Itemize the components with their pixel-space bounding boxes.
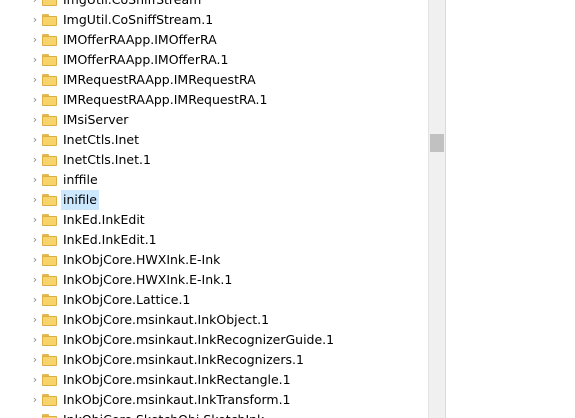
chevron-right-icon[interactable]: › — [29, 230, 41, 250]
tree-node[interactable]: › InetCtls.Inet.1 — [0, 150, 428, 170]
tree-node[interactable]: › ImgUtil.CoSniffStream — [0, 0, 428, 10]
chevron-right-icon[interactable]: › — [29, 330, 41, 350]
registry-key-tree[interactable]: › ImgUtil.CoSniffStream › ImgUtil.CoSniffSt… — [0, 0, 428, 418]
folder-icon — [42, 314, 57, 326]
tree-node-label: InkObjCore.HWXInk.E-Ink.1 — [63, 272, 233, 287]
chevron-right-icon[interactable]: › — [29, 190, 41, 210]
tree-node[interactable]: › InkObjCore.HWXInk.E-Ink.1 — [0, 270, 428, 290]
tree-node-label: InkObjCore.msinkaut.InkTransform.1 — [63, 392, 291, 407]
tree-node-label: InkEd.InkEdit.1 — [63, 232, 157, 247]
tree-node[interactable]: › InkObjCore.Lattice.1 — [0, 290, 428, 310]
chevron-right-icon[interactable]: › — [29, 410, 41, 418]
folder-icon — [42, 374, 57, 386]
tree-node-label: InkObjCore.msinkaut.InkRecognizerGuide.1 — [63, 332, 335, 347]
tree-node[interactable]: › InkEd.InkEdit — [0, 210, 428, 230]
chevron-right-icon[interactable]: › — [29, 270, 41, 290]
folder-icon — [42, 134, 57, 146]
tree-node-label: InkObjCore.msinkaut.InkRectangle.1 — [63, 372, 291, 387]
folder-icon — [42, 274, 57, 286]
chevron-right-icon[interactable]: › — [29, 390, 41, 410]
tree-node[interactable]: › IMOfferRAApp.IMOfferRA.1 — [0, 50, 428, 70]
chevron-right-icon[interactable]: › — [29, 30, 41, 50]
folder-icon — [42, 334, 57, 346]
tree-node[interactable]: › InkObjCore.msinkaut.InkRecognizerGuide.… — [0, 330, 428, 350]
chevron-right-icon[interactable]: › — [29, 250, 41, 270]
tree-list: › ImgUtil.CoSniffStream › ImgUtil.CoSniffSt… — [0, 0, 428, 418]
tree-node-label: inifile — [61, 190, 99, 210]
chevron-right-icon[interactable]: › — [29, 210, 41, 230]
chevron-right-icon[interactable]: › — [29, 110, 41, 130]
folder-icon — [42, 114, 57, 126]
tree-node-label: InetCtls.Inet.1 — [63, 152, 151, 167]
tree-node-label: IMOfferRAApp.IMOfferRA — [63, 32, 217, 47]
folder-icon — [42, 294, 57, 306]
tree-node[interactable]: › InkObjCore.HWXInk.E-Ink — [0, 250, 428, 270]
folder-icon — [42, 234, 57, 246]
folder-icon — [42, 394, 57, 406]
chevron-right-icon[interactable]: › — [29, 70, 41, 90]
chevron-right-icon[interactable]: › — [29, 290, 41, 310]
folder-icon — [42, 174, 57, 186]
tree-node[interactable]: › IMRequestRAApp.IMRequestRA — [0, 70, 428, 90]
vertical-scrollbar[interactable] — [428, 0, 445, 418]
tree-node-label: ImgUtil.CoSniffStream — [61, 0, 203, 10]
chevron-right-icon[interactable]: › — [29, 310, 41, 330]
folder-icon — [42, 414, 57, 418]
tree-node[interactable]: › InkObjCore.SketchObj.SketchInk — [0, 410, 428, 418]
tree-node[interactable]: › inffile — [0, 170, 428, 190]
folder-icon — [42, 0, 57, 6]
values-pane[interactable] — [445, 0, 575, 418]
tree-node-label: inffile — [63, 172, 98, 187]
folder-icon — [42, 354, 57, 366]
folder-icon — [42, 254, 57, 266]
folder-icon — [42, 214, 57, 226]
tree-node[interactable]: › IMOfferRAApp.IMOfferRA — [0, 30, 428, 50]
tree-node-label: ImgUtil.CoSniffStream.1 — [63, 12, 214, 27]
chevron-right-icon[interactable]: › — [29, 370, 41, 390]
tree-node[interactable]: › InkEd.InkEdit.1 — [0, 230, 428, 250]
chevron-right-icon[interactable]: › — [29, 50, 41, 70]
tree-node-label: InetCtls.Inet — [63, 132, 139, 147]
tree-node-label: IMOfferRAApp.IMOfferRA.1 — [63, 52, 229, 67]
tree-node-label: InkObjCore.SketchObj.SketchInk — [61, 410, 266, 418]
tree-node[interactable]: › InetCtls.Inet — [0, 130, 428, 150]
tree-node[interactable]: › InkObjCore.msinkaut.InkObject.1 — [0, 310, 428, 330]
tree-node[interactable]: › ImgUtil.CoSniffStream.1 — [0, 10, 428, 30]
folder-icon — [42, 74, 57, 86]
tree-node[interactable]: › InkObjCore.msinkaut.InkRectangle.1 — [0, 370, 428, 390]
tree-node-label: InkObjCore.msinkaut.InkObject.1 — [63, 312, 270, 327]
chevron-right-icon[interactable]: › — [29, 10, 41, 30]
folder-icon — [42, 194, 57, 206]
tree-node-label: InkObjCore.msinkaut.InkRecognizers.1 — [63, 352, 304, 367]
tree-node[interactable]: › IMRequestRAApp.IMRequestRA.1 — [0, 90, 428, 110]
chevron-right-icon[interactable]: › — [29, 0, 41, 10]
folder-icon — [42, 14, 57, 26]
tree-node[interactable]: › InkObjCore.msinkaut.InkTransform.1 — [0, 390, 428, 410]
folder-icon — [42, 34, 57, 46]
chevron-right-icon[interactable]: › — [29, 170, 41, 190]
folder-icon — [42, 54, 57, 66]
tree-node-label: IMsiServer — [63, 112, 129, 127]
tree-node-label: IMRequestRAApp.IMRequestRA.1 — [63, 92, 268, 107]
folder-icon — [42, 94, 57, 106]
chevron-right-icon[interactable]: › — [29, 130, 41, 150]
scrollbar-thumb[interactable] — [430, 134, 444, 152]
tree-node-label: InkObjCore.Lattice.1 — [63, 292, 191, 307]
tree-node[interactable]: › InkObjCore.msinkaut.InkRecognizers.1 — [0, 350, 428, 370]
tree-node-label: InkEd.InkEdit — [63, 212, 145, 227]
chevron-right-icon[interactable]: › — [29, 90, 41, 110]
tree-node-label: InkObjCore.HWXInk.E-Ink — [63, 252, 221, 267]
chevron-right-icon[interactable]: › — [29, 150, 41, 170]
tree-node[interactable]: › IMsiServer — [0, 110, 428, 130]
tree-node-label: IMRequestRAApp.IMRequestRA — [63, 72, 256, 87]
tree-node[interactable]: › inifile — [0, 190, 428, 210]
folder-icon — [42, 154, 57, 166]
chevron-right-icon[interactable]: › — [29, 350, 41, 370]
